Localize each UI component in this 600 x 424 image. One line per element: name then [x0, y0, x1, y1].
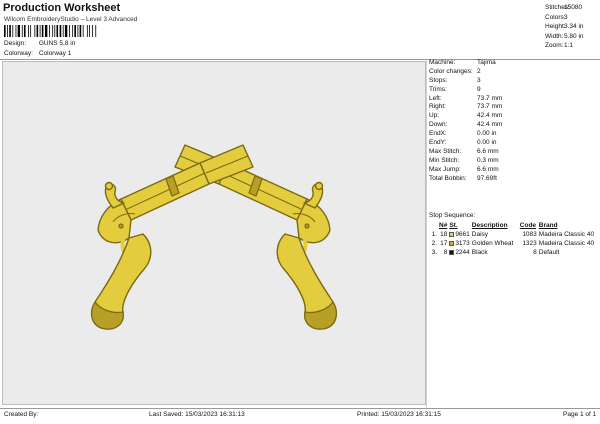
prop-left: Left: 73.7 mm: [429, 94, 503, 102]
colorway-value: Colorway 1: [38, 50, 72, 57]
design-info: Design: GUNS 5,8 in: [4, 40, 75, 47]
prop-right: Right: 73.7 mm: [429, 103, 503, 111]
prop-max-stitch: Max Stitch: 6.6 mm: [429, 147, 499, 155]
left-pistol: [89, 143, 255, 332]
footer-last-saved: Last Saved: 15/03/2023 16:31:13: [149, 411, 245, 418]
prop-endx: EndX: 0.00 in: [429, 130, 497, 138]
thread-swatch: [449, 249, 455, 255]
prop-min-stitch: Min Stitch: 0.3 mm: [429, 156, 499, 164]
prop-down: Down: 42.4 mm: [429, 121, 503, 129]
prop-up: Up: 42.4 mm: [429, 112, 503, 120]
stop-sequence-title: Stop Sequence:: [429, 212, 476, 219]
header-code: Code: [519, 222, 537, 229]
machine-properties: Machine: Tajima Color changes: 2 Stops: 3 T…: [429, 59, 502, 183]
prop-total-bobbin: Total Bobbin: 97.69ft: [429, 174, 497, 182]
table-header-row: N# St. Description Code Brand: [429, 221, 597, 230]
header-n: N#: [439, 222, 448, 229]
table-row: 1. 18 9661 Daisy 1083 Madeira Classic 40: [431, 231, 595, 238]
stop-sequence-table: N# St. Description Code Brand 1. 18 9661…: [429, 221, 597, 257]
stat-stitches: Stitches:15080: [545, 4, 583, 11]
colorway-label: Colorway:: [4, 50, 33, 57]
prop-max-jump: Max Jump: 6.6 mm: [429, 165, 499, 173]
design-barcode: [4, 25, 97, 37]
panel-divider: [426, 60, 427, 408]
prop-trims: Trims: 9: [429, 85, 481, 93]
footer-page-number: Page 1 of 1: [563, 411, 597, 418]
colorway-info: Colorway: Colorway 1: [4, 50, 71, 57]
software-name: Wilcom EmbroideryStudio – Level 3 Advanc…: [4, 16, 138, 23]
stat-height: Height:3.34 in: [545, 23, 584, 31]
table-row: 3. 8 2244 Black 8 Default: [431, 249, 560, 256]
thread-swatch: [449, 240, 455, 246]
header-divider: [0, 59, 600, 60]
footer-printed: Printed: 15/03/2023 16:31:15: [357, 411, 441, 418]
prop-machine: Machine: Tajima: [429, 59, 496, 66]
footer-divider: [0, 408, 600, 409]
prop-color-changes: Color changes: 2: [429, 67, 481, 75]
design-stats: Stitches:15080 Colors:3 Height:3.34 in W…: [545, 3, 584, 51]
worksheet-title: Production Worksheet: [3, 2, 121, 14]
stat-zoom: Zoom:1:1: [545, 42, 574, 50]
footer-created-by: Created By:: [4, 411, 39, 418]
header-st: St.: [449, 222, 458, 229]
header-description: Description: [471, 222, 508, 229]
design-value: GUNS 5,8 in: [38, 40, 76, 47]
design-preview: [2, 61, 426, 405]
stat-colors: Colors:3: [545, 13, 568, 21]
stat-width: Width:5.80 in: [545, 32, 584, 40]
thread-swatch: [449, 231, 455, 237]
design-label: Design:: [4, 40, 27, 47]
header-brand: Brand: [538, 222, 558, 229]
prop-endy: EndY: 0.00 in: [429, 139, 497, 147]
crossed-pistols-embroidery: [89, 143, 339, 332]
prop-stops: Stops: 3: [429, 76, 481, 84]
table-row: 2. 17 3173 Golden Wheat 1323 Madeira Cla…: [431, 240, 595, 247]
